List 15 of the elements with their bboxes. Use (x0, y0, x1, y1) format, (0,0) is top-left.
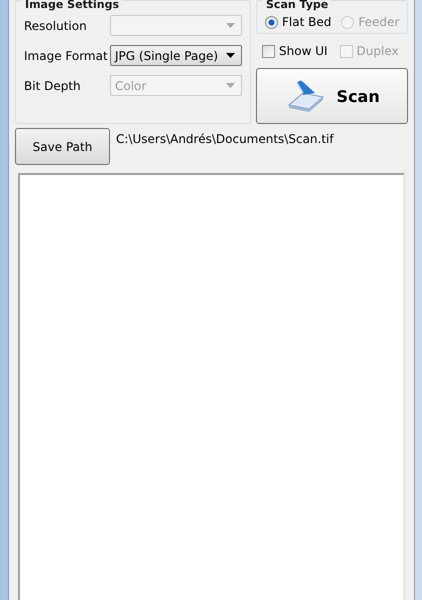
dropdown-arrow-icon (226, 83, 235, 88)
group-title: Image Settings (22, 0, 122, 11)
radio-icon[interactable] (265, 16, 278, 28)
dropdown-arrow-icon (226, 53, 235, 58)
radio-option[interactable]: Flat Bed (265, 15, 332, 29)
scan-button[interactable]: Scan (256, 68, 408, 124)
dropdown-arrow-icon (226, 23, 235, 28)
dropdown[interactable]: JPG (Single Page) (110, 45, 242, 66)
save-path-button[interactable]: Save Path (15, 128, 110, 165)
field-label: Resolution (24, 18, 87, 32)
field-label: Image Format (24, 48, 108, 62)
field-label: Bit Depth (24, 78, 81, 92)
checkbox[interactable]: Show UI (262, 44, 328, 58)
file-path: C:\Users\Andrés\Documents\Scan.tif (116, 132, 334, 146)
group-title: Scan Type (263, 0, 332, 11)
